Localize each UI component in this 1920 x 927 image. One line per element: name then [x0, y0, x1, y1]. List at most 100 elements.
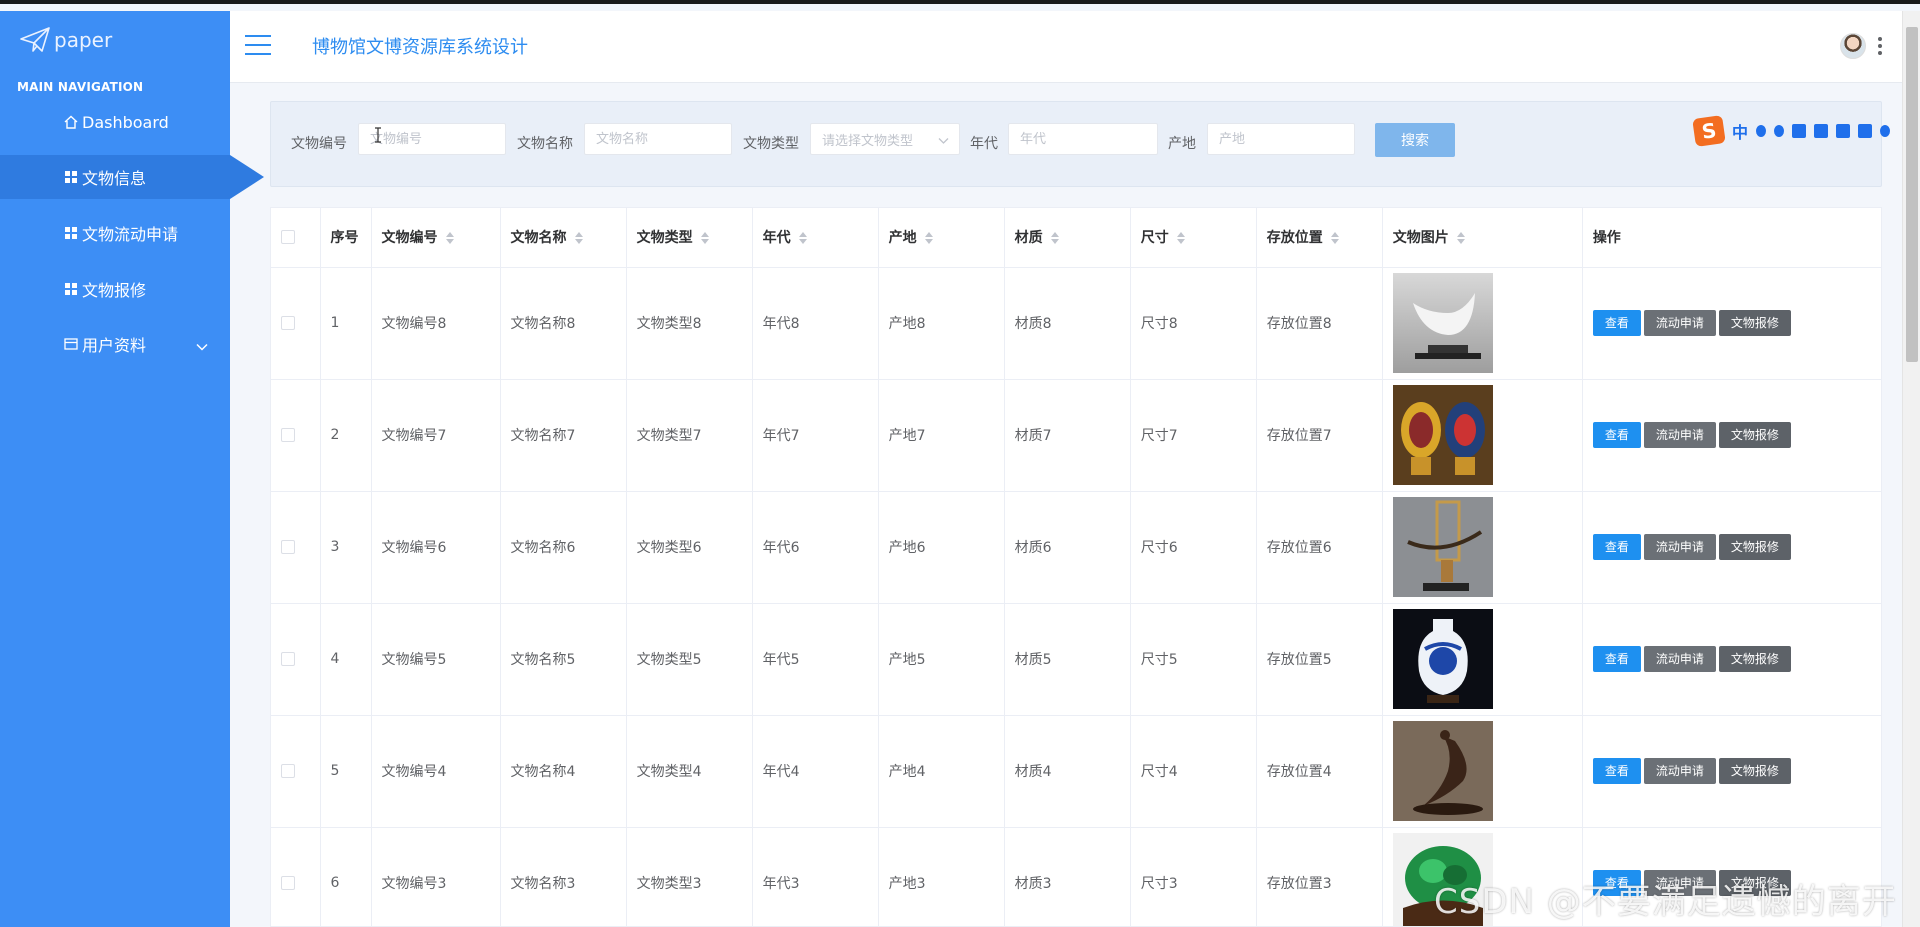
search-panel: 文物编号 文物名称 文物类型 请选择文物类型 年代 产地 搜索 [270, 101, 1882, 187]
select-all-checkbox[interactable] [281, 230, 295, 245]
table-row[interactable]: 4 文物编号5 文物名称5 文物类型5 年代5 产地5 材质5 尺寸5 存放位置5 查看 流动申请文… [271, 603, 1881, 716]
relic-thumbnail[interactable] [1392, 609, 1493, 709]
column-header-origin[interactable]: 产地 [878, 208, 1005, 268]
microphone-icon[interactable] [1774, 125, 1785, 137]
flow-request-button[interactable]: 流动申请 [1643, 422, 1716, 448]
avatar[interactable] [1840, 33, 1866, 59]
sort-caret-icon[interactable] [445, 232, 454, 245]
repair-button[interactable]: 文物报修 [1718, 310, 1791, 336]
cell-era: 年代6 [752, 491, 879, 604]
flow-request-button[interactable]: 流动申请 [1643, 310, 1716, 336]
cell-origin: 产地7 [878, 379, 1005, 492]
column-header-type[interactable]: 文物类型 [626, 208, 753, 268]
skin-icon[interactable] [1814, 124, 1829, 138]
view-button[interactable]: 查看 [1592, 758, 1641, 784]
table-row[interactable]: 1 文物编号8 文物名称8 文物类型8 年代8 产地8 材质8 尺寸8 存放位置8 查看 流动申请文… [271, 267, 1881, 380]
relic-thumbnail[interactable] [1392, 721, 1493, 821]
row-checkbox[interactable] [281, 764, 295, 778]
cell-image [1382, 603, 1583, 716]
cell-type: 文物类型6 [626, 491, 753, 604]
repair-button[interactable]: 文物报修 [1718, 646, 1791, 672]
search-button[interactable]: 搜索 [1375, 123, 1455, 157]
row-checkbox[interactable] [281, 652, 295, 666]
sort-caret-icon[interactable] [1456, 232, 1465, 245]
relic-thumbnail[interactable] [1392, 385, 1493, 485]
table-row[interactable]: 2 文物编号7 文物名称7 文物类型7 年代7 产地7 材质7 尺寸7 存放位置7 查看 流动申请文… [271, 379, 1881, 492]
cell-origin: 产地6 [878, 491, 1005, 604]
sidebar: paper MAIN NAVIGATION Dashboard 文物信息 文物流… [0, 11, 264, 927]
sidebar-item-repair[interactable]: 文物报修 [0, 267, 230, 311]
column-header-era[interactable]: 年代 [752, 208, 879, 268]
code-label: 文物编号 [291, 136, 347, 152]
cell-code: 文物编号5 [371, 603, 501, 716]
ime-toolbar[interactable]: S 中 [1692, 115, 1891, 147]
flow-request-button[interactable]: 流动申请 [1643, 758, 1716, 784]
scrollbar-thumb[interactable] [1906, 27, 1918, 362]
name-input[interactable] [584, 123, 732, 155]
sidebar-item-dashboard[interactable]: Dashboard [0, 100, 230, 144]
view-button[interactable]: 查看 [1592, 310, 1641, 336]
game-icon[interactable] [1836, 124, 1851, 138]
settings-gear-icon[interactable] [1880, 125, 1891, 137]
logo[interactable]: paper [20, 27, 112, 53]
punctuation-icon[interactable] [1756, 125, 1767, 137]
column-header-name[interactable]: 文物名称 [500, 208, 627, 268]
view-button[interactable]: 查看 [1592, 534, 1641, 560]
column-header-location[interactable]: 存放位置 [1256, 208, 1383, 268]
sidebar-item-flow-request[interactable]: 文物流动申请 [0, 211, 230, 255]
column-header-size[interactable]: 尺寸 [1130, 208, 1257, 268]
ime-mode-indicator[interactable]: 中 [1732, 119, 1748, 143]
relic-thumbnail[interactable] [1392, 273, 1493, 373]
repair-button[interactable]: 文物报修 [1718, 534, 1791, 560]
cell-material: 材质5 [1004, 603, 1131, 716]
top-header: 博物馆文博资源库系统设计 [230, 11, 1920, 83]
cell-name: 文物名称8 [500, 267, 627, 380]
cell-actions: 查看 流动申请 文物报修 [1582, 603, 1881, 716]
more-menu-icon[interactable] [1878, 37, 1882, 55]
sort-caret-icon[interactable] [1050, 232, 1059, 245]
row-checkbox[interactable] [281, 316, 295, 330]
sidebar-item-relic-info[interactable]: 文物信息 [0, 155, 264, 199]
cell-code: 文物编号4 [371, 715, 501, 828]
column-header-code[interactable]: 文物编号 [371, 208, 501, 268]
cell-type: 文物类型4 [626, 715, 753, 828]
repair-button[interactable]: 文物报修 [1718, 758, 1791, 784]
sort-caret-icon[interactable] [924, 232, 933, 245]
table-row[interactable]: 5 文物编号4 文物名称4 文物类型4 年代4 产地4 材质4 尺寸4 存放位置4 查看 流动申请文… [271, 715, 1881, 828]
table-row[interactable]: 3 文物编号6 文物名称6 文物类型6 年代6 产地6 材质6 尺寸6 存放位置6 查看 流动申请文… [271, 491, 1881, 604]
column-header-image[interactable]: 文物图片 [1382, 208, 1583, 268]
flow-request-button[interactable]: 流动申请 [1643, 534, 1716, 560]
cell-material: 材质8 [1004, 267, 1131, 380]
view-button[interactable]: 查看 [1592, 422, 1641, 448]
sort-caret-icon[interactable] [574, 232, 583, 245]
thumbnail-image [1392, 609, 1493, 709]
sogou-logo[interactable]: S [1692, 115, 1726, 147]
origin-input[interactable] [1207, 123, 1355, 155]
cell-name: 文物名称3 [500, 827, 627, 926]
relic-thumbnail[interactable] [1392, 497, 1493, 597]
sort-caret-icon[interactable] [700, 232, 709, 245]
row-checkbox[interactable] [281, 876, 295, 890]
sidebar-item-label: 用户资料 [82, 336, 147, 355]
apps-icon[interactable] [1858, 124, 1873, 138]
era-input[interactable] [1008, 123, 1158, 155]
row-checkbox[interactable] [281, 428, 295, 442]
type-label: 文物类型 [743, 136, 799, 152]
repair-button[interactable]: 文物报修 [1718, 422, 1791, 448]
cell-size: 尺寸8 [1130, 267, 1257, 380]
view-button[interactable]: 查看 [1592, 646, 1641, 672]
type-select[interactable]: 请选择文物类型 [810, 123, 960, 155]
sort-caret-icon[interactable] [1330, 232, 1339, 245]
sidebar-item-user-profile[interactable]: 用户资料 [0, 322, 230, 366]
sort-caret-icon[interactable] [798, 232, 807, 245]
menu-toggle-icon[interactable] [245, 35, 271, 55]
text-cursor-icon [374, 127, 382, 147]
cell-size: 尺寸3 [1130, 827, 1257, 926]
origin-label: 产地 [1168, 136, 1196, 152]
flow-request-button[interactable]: 流动申请 [1643, 646, 1716, 672]
page-scrollbar[interactable] [1902, 11, 1920, 927]
keyboard-icon[interactable] [1792, 124, 1807, 138]
column-header-material[interactable]: 材质 [1004, 208, 1131, 268]
row-checkbox[interactable] [281, 540, 295, 554]
sort-caret-icon[interactable] [1176, 232, 1185, 245]
